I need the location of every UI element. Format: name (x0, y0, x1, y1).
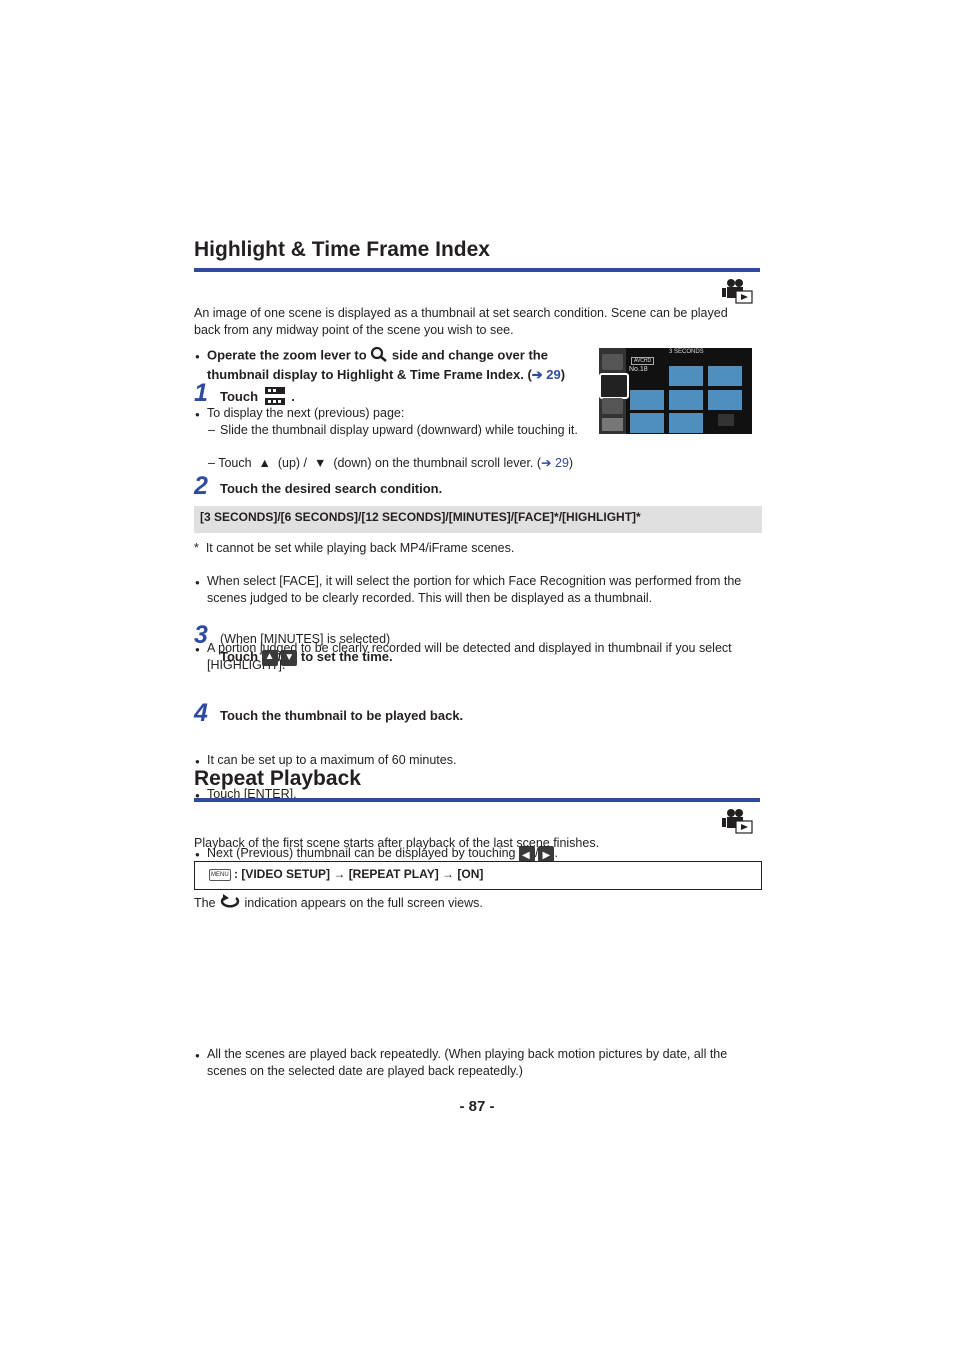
menu-path-box: MENU : [VIDEO SETUP] → [REPEAT PLAY] → [… (194, 861, 762, 890)
mode-button (602, 354, 623, 370)
step-number-3: 3 (194, 621, 208, 649)
repeat-icon (219, 894, 241, 913)
section-title-repeat: Repeat Playback (194, 767, 361, 790)
repeat-indication-text: The indication appears on the full scree… (194, 894, 483, 913)
step-number-4: 4 (194, 699, 208, 727)
video-playback-mode-icon (721, 278, 753, 304)
step-3-instruction: Touch ▲ / ▼ to set the time. (220, 649, 393, 666)
note-face: When select [FACE], it will select the p… (195, 573, 762, 607)
up-button-icon: ▲ (261, 649, 278, 666)
down-button-icon: ▼ (281, 649, 298, 666)
step-number-1: 1 (194, 379, 208, 407)
screen-header: 3 SECONDS (669, 349, 704, 355)
title-rule-2 (194, 798, 760, 802)
title-rule (194, 268, 760, 272)
step-2-instruction: Touch the desired search condition. (220, 481, 443, 496)
page-link-29-b[interactable]: ➔ 29 (541, 456, 569, 470)
video-playback-mode-icon-2 (721, 808, 753, 834)
footnote-star: * It cannot be set while playing back MP… (194, 541, 515, 555)
step-1-dash-1: – Slide the thumbnail display upward (dow… (208, 423, 578, 437)
page-link-29[interactable]: ➔ 29 (532, 367, 561, 382)
triangle-up-icon: ▲ (258, 456, 271, 470)
scene-number: No.18 (629, 366, 648, 373)
step-4-instruction: Touch the thumbnail to be played back. (220, 708, 464, 723)
triangle-down-icon: ▼ (313, 456, 327, 470)
repeat-bullet: All the scenes are played back repeatedl… (195, 1046, 762, 1080)
step-number-2: 2 (194, 472, 208, 500)
intro-text: An image of one scene is displayed as a … (194, 306, 728, 337)
step-3-condition: (When [MINUTES] is selected) (220, 632, 391, 646)
avchd-badge: AVCHD (631, 357, 655, 365)
section-title-highlight: Highlight & Time Frame Index (194, 238, 490, 261)
zoom-search-icon (370, 346, 388, 366)
step-1-bullet: To display the next (previous) page: (195, 405, 954, 423)
menu-path: : [VIDEO SETUP] → [REPEAT PLAY] → [ON] (234, 867, 484, 881)
highlight-index-button (599, 373, 629, 399)
page-number: - 87 - (459, 1098, 495, 1115)
repeat-intro: Playback of the first scene starts after… (194, 836, 600, 850)
menu-icon: MENU (209, 868, 231, 881)
step-1-dash-2: – Touch ▲ (up) / ▼ (down) on the thumbna… (208, 456, 574, 470)
prerequisite-note: Operate the zoom lever to side and chang… (207, 346, 566, 382)
search-condition-options-bar: [3 SECONDS]/[6 SECONDS]/[12 SECONDS]/[MI… (194, 506, 762, 533)
